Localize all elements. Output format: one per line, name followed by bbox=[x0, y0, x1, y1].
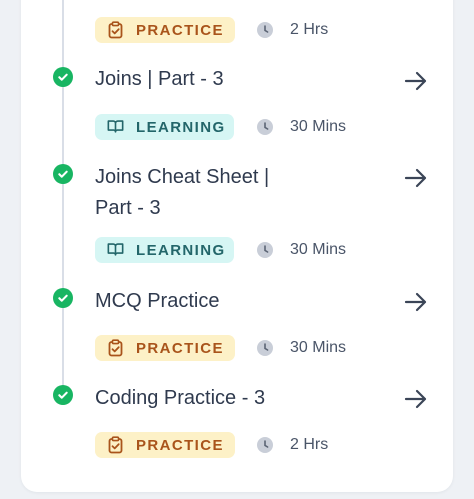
arrow-right-icon[interactable] bbox=[403, 289, 429, 315]
duration-text: 30 Mins bbox=[290, 241, 347, 258]
practice-badge: PRACTICE bbox=[95, 17, 235, 43]
clock-icon bbox=[257, 119, 273, 135]
item-title-line: Joins | Part - 3 bbox=[95, 68, 224, 90]
item-title-line: MCQ Practice bbox=[95, 290, 220, 312]
timeline-line bbox=[62, 0, 64, 396]
arrow-right-icon[interactable] bbox=[403, 68, 429, 94]
arrow-right-icon[interactable] bbox=[403, 386, 429, 412]
arrow-right-icon[interactable] bbox=[403, 165, 429, 191]
clock-icon bbox=[257, 22, 273, 38]
completed-check-icon bbox=[53, 385, 73, 405]
duration-text: 30 Mins bbox=[290, 339, 347, 356]
badge-label: PRACTICE bbox=[136, 21, 224, 39]
clipboard-icon bbox=[107, 436, 124, 454]
item-title-line: Joins Cheat Sheet | bbox=[95, 166, 270, 188]
completed-check-icon bbox=[53, 67, 73, 87]
badge-label: PRACTICE bbox=[136, 339, 224, 357]
item-title-line: Part - 3 bbox=[95, 197, 161, 219]
badge-label: LEARNING bbox=[136, 118, 226, 136]
duration-text: 2 Hrs bbox=[290, 21, 329, 38]
item-title[interactable]: Joins | Part - 3 bbox=[95, 64, 385, 95]
item-title[interactable]: Joins Cheat Sheet | Part - 3 bbox=[95, 162, 385, 224]
duration-text: 2 Hrs bbox=[290, 436, 329, 453]
book-icon bbox=[107, 118, 124, 136]
duration-text: 30 Mins bbox=[290, 118, 347, 135]
badge-label: PRACTICE bbox=[136, 436, 224, 454]
badge-label: LEARNING bbox=[136, 241, 226, 259]
completed-check-icon bbox=[53, 288, 73, 308]
practice-badge: PRACTICE bbox=[95, 432, 235, 458]
learning-badge: LEARNING bbox=[95, 114, 234, 140]
item-title[interactable]: Coding Practice - 3 bbox=[95, 383, 385, 414]
learning-badge: LEARNING bbox=[95, 237, 234, 263]
item-title[interactable]: MCQ Practice bbox=[95, 286, 385, 317]
clock-icon bbox=[257, 437, 273, 453]
book-icon bbox=[107, 241, 124, 259]
clipboard-icon bbox=[107, 21, 124, 39]
completed-check-icon bbox=[53, 164, 73, 184]
clock-icon bbox=[257, 340, 273, 356]
practice-badge: PRACTICE bbox=[95, 335, 235, 361]
clipboard-icon bbox=[107, 339, 124, 357]
item-title-line: Coding Practice - 3 bbox=[95, 387, 266, 409]
clock-icon bbox=[257, 242, 273, 258]
